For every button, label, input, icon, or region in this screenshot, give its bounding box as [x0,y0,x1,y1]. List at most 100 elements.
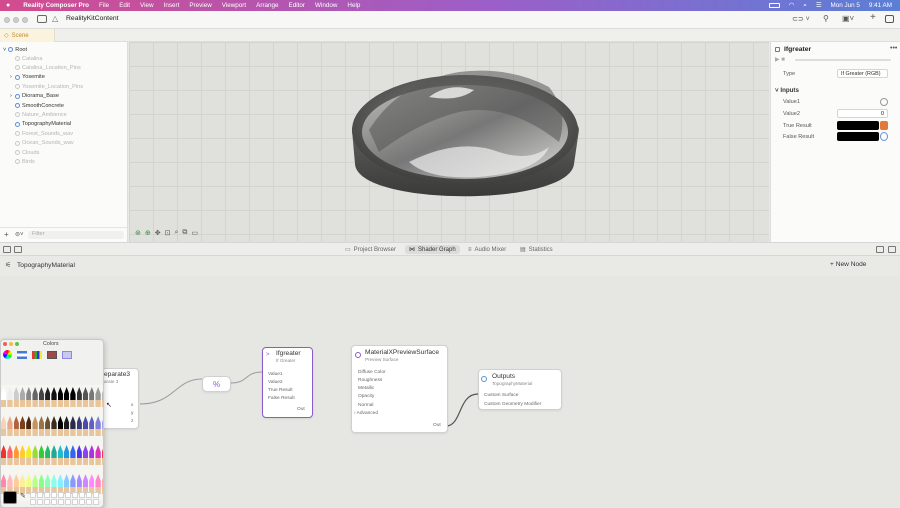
saved-swatch[interactable] [65,492,71,498]
node-preview-surface[interactable]: MaterialXPreviewSurface Preview Surface … [351,345,448,433]
port-value2[interactable]: Value2 [268,380,283,385]
pencil-swatch[interactable] [26,387,32,407]
color-sliders-icon[interactable] [17,350,27,359]
filter-input[interactable]: Filter [28,231,124,239]
saved-swatch[interactable] [30,499,36,505]
search-icon[interactable]: ⌕ [803,2,807,10]
pencil-swatch[interactable] [95,387,101,407]
close-window-button[interactable] [4,17,10,23]
saved-swatch[interactable] [44,492,50,498]
pencil-swatch[interactable] [82,474,89,494]
hierarchy-item[interactable]: Yosemite_Location_Pins [10,82,83,91]
inspector-toggle-icon[interactable] [885,15,894,23]
scene-options-icon[interactable]: ⚲ [823,14,829,23]
pencil-swatch[interactable] [70,416,76,436]
bottom-panel-icon[interactable] [888,246,896,253]
hierarchy-item[interactable]: › Yosemite [10,73,45,82]
pencil-swatch[interactable] [95,416,101,436]
pencil-swatch[interactable] [63,445,70,465]
hierarchy-item[interactable]: Forest_Sounds_wav [10,129,73,138]
colors-close-button[interactable] [3,342,7,346]
play-icon[interactable]: ▶ ■ [775,56,785,63]
tab-scene[interactable]: ◇ Scene [0,29,55,42]
pencil-swatch[interactable] [70,387,76,407]
pencil-swatch[interactable] [57,387,63,407]
pencil-swatch[interactable] [7,387,13,407]
saved-swatch[interactable] [44,499,50,505]
node-ifgreater[interactable]: > Ifgreater If Greater Value1 Value2 Tru… [262,347,313,418]
pencil-swatch[interactable] [89,474,95,494]
menu-editor[interactable]: Editor [289,2,305,9]
port-advanced[interactable]: › Advanced [354,411,378,416]
minimize-window-button[interactable] [13,17,19,23]
layout-icon[interactable]: ⧉ [182,229,187,237]
pencil-palette[interactable] [1,385,103,501]
saved-swatch[interactable] [86,492,92,498]
pencil-swatch[interactable] [32,445,38,465]
pencil-swatch[interactable] [45,474,51,494]
camera-view-icon[interactable]: ▭ [191,229,198,237]
tab-project-browser[interactable]: ▭ Project Browser [341,245,400,254]
hierarchy-item[interactable]: Catalina [10,54,43,63]
menu-viewport[interactable]: Viewport [222,2,246,9]
saved-swatch[interactable] [79,499,85,505]
pencil-swatch[interactable] [26,474,32,494]
saved-swatch[interactable] [79,492,85,498]
move-icon[interactable]: ✥ [155,229,161,237]
saved-swatch[interactable] [30,492,36,498]
pencil-swatch[interactable] [45,387,51,407]
pencil-swatch[interactable] [13,387,19,407]
pencil-swatch[interactable] [38,474,45,494]
tab-statistics[interactable]: ▤ Statistics [516,245,557,254]
pencil-swatch[interactable] [82,387,89,407]
sidebar-toggle-icon[interactable] [37,15,47,23]
pencil-swatch[interactable] [1,387,7,407]
node-outputs[interactable]: Outputs TopographyMaterial Custom Surfac… [478,369,562,410]
pencil-swatch[interactable] [101,474,103,494]
saved-swatch[interactable] [65,499,71,505]
saved-swatch[interactable] [93,499,99,505]
pencil-swatch[interactable] [101,416,103,436]
pencil-swatch[interactable] [57,474,63,494]
zoom-icon[interactable]: ⌕ [175,229,179,237]
add-icon[interactable]: + [870,12,876,23]
saved-swatch[interactable] [86,499,92,505]
saved-swatches[interactable] [30,492,99,505]
eyedropper-icon[interactable]: ✎ [20,492,26,500]
colors-minimize-button[interactable] [9,342,13,346]
pencil-swatch[interactable] [45,416,51,436]
orbit-icon[interactable]: ⊛ [135,229,141,237]
color-palettes-icon[interactable] [32,350,42,359]
port-surface-out[interactable]: Out [433,423,441,428]
hierarchy-item[interactable]: Catalina_Location_Pins [10,63,81,72]
menu-file[interactable]: File [99,2,109,9]
pencil-swatch[interactable] [45,445,51,465]
saved-swatch[interactable] [72,499,78,505]
pencil-swatch[interactable] [101,387,103,407]
pencil-swatch[interactable] [19,416,26,436]
pencil-swatch[interactable] [51,445,57,465]
more-icon[interactable]: ••• [890,45,897,52]
hierarchy-item[interactable]: SmoothConcrete [10,101,64,110]
menu-insert[interactable]: Insert [164,2,180,9]
pencil-swatch[interactable] [82,416,89,436]
type-select[interactable]: If Greater (RGB) [837,69,888,78]
pencil-swatch[interactable] [1,445,7,465]
pan-icon[interactable]: ⊕ [145,229,151,237]
zoom-window-button[interactable] [22,17,28,23]
pencil-swatch[interactable] [63,474,70,494]
true-result-color-picker-icon[interactable] [880,121,888,130]
timeline-slider[interactable] [795,59,891,61]
port-custom-geometry[interactable]: Custom Geometry Modifier [484,402,541,407]
pencil-swatch[interactable] [95,474,101,494]
port-diffuse-color[interactable]: Diffuse Color [358,370,386,375]
saved-swatch[interactable] [37,492,43,498]
port-normal[interactable]: Normal [358,403,373,408]
value2-input[interactable]: 0 [837,109,888,118]
pencil-swatch[interactable] [13,445,19,465]
pencil-swatch[interactable] [76,387,82,407]
scene-viewport[interactable]: ⊛ ⊕ ✥ ⊡ ⌕ ⧉ ▭ [129,42,769,242]
hierarchy-root[interactable]: ˅ Root [3,45,27,54]
image-palettes-icon[interactable] [47,350,57,359]
hierarchy-item[interactable]: › Diorama_Base [10,92,59,101]
